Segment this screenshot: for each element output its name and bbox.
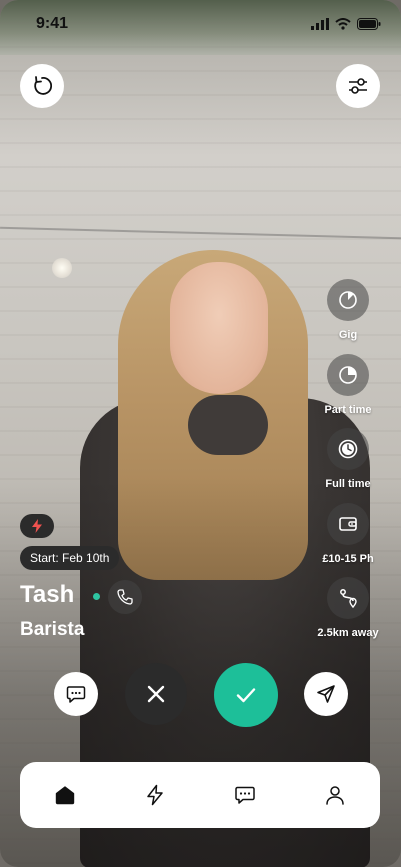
rail-distance-label: 2.5km away — [317, 627, 379, 639]
rail-pay-button[interactable] — [327, 503, 369, 545]
rail-distance[interactable]: 2.5km away — [303, 577, 393, 639]
bolt-icon — [32, 519, 42, 533]
bolt-icon — [147, 784, 163, 806]
rail-part-time[interactable]: Part time — [303, 354, 393, 416]
bottom-nav — [20, 762, 380, 828]
profile-icon — [326, 786, 344, 805]
signal-icon — [311, 18, 329, 30]
rail-full-time-label: Full time — [325, 478, 371, 490]
rail-pay-label: £10-15 Ph — [322, 553, 374, 565]
reload-button[interactable] — [20, 64, 64, 108]
status-icons — [311, 18, 381, 30]
rail-gig-button[interactable] — [327, 279, 369, 321]
send-button[interactable] — [304, 672, 348, 716]
status-bar: 9:41 — [0, 0, 401, 44]
nav-bolt[interactable] — [135, 775, 175, 815]
nav-profile[interactable] — [315, 775, 355, 815]
wallet-icon — [339, 517, 357, 531]
gig-clock-icon — [339, 291, 357, 309]
nav-messages[interactable] — [225, 775, 265, 815]
full-time-clock-icon — [338, 439, 358, 459]
chat-icon — [235, 786, 255, 804]
rail-part-time-button[interactable] — [327, 354, 369, 396]
rail-distance-button[interactable] — [327, 577, 369, 619]
sliders-icon — [349, 78, 367, 94]
chat-icon — [66, 686, 86, 703]
rail-gig-label: Gig — [338, 329, 358, 341]
close-icon — [147, 685, 165, 703]
call-button[interactable] — [108, 580, 142, 614]
profile-name: Tash — [20, 581, 75, 608]
rail-full-time[interactable]: Full time — [303, 428, 393, 490]
rail-gig[interactable]: Gig — [303, 279, 393, 341]
bolt-badge — [20, 514, 54, 538]
filters-button[interactable] — [336, 64, 380, 108]
rail-part-time-label: Part time — [324, 404, 372, 416]
phone-icon — [117, 589, 133, 605]
reload-icon — [34, 76, 53, 95]
accept-button[interactable] — [214, 663, 278, 727]
send-icon — [317, 685, 335, 703]
rail-full-time-button[interactable] — [327, 428, 369, 470]
home-icon — [55, 786, 75, 805]
message-button[interactable] — [54, 672, 98, 716]
wifi-icon — [335, 18, 351, 30]
rail-pay[interactable]: £10-15 Ph — [303, 503, 393, 565]
part-time-clock-icon — [339, 366, 357, 384]
battery-icon — [357, 18, 381, 30]
profile-role: Barista — [20, 619, 85, 640]
check-icon — [236, 688, 256, 703]
route-icon — [340, 589, 357, 609]
online-indicator — [93, 593, 100, 600]
status-time: 9:41 — [36, 15, 69, 32]
nav-home[interactable] — [45, 775, 85, 815]
start-date-pill: Start: Feb 10th — [20, 546, 120, 570]
reject-button[interactable] — [125, 663, 187, 725]
